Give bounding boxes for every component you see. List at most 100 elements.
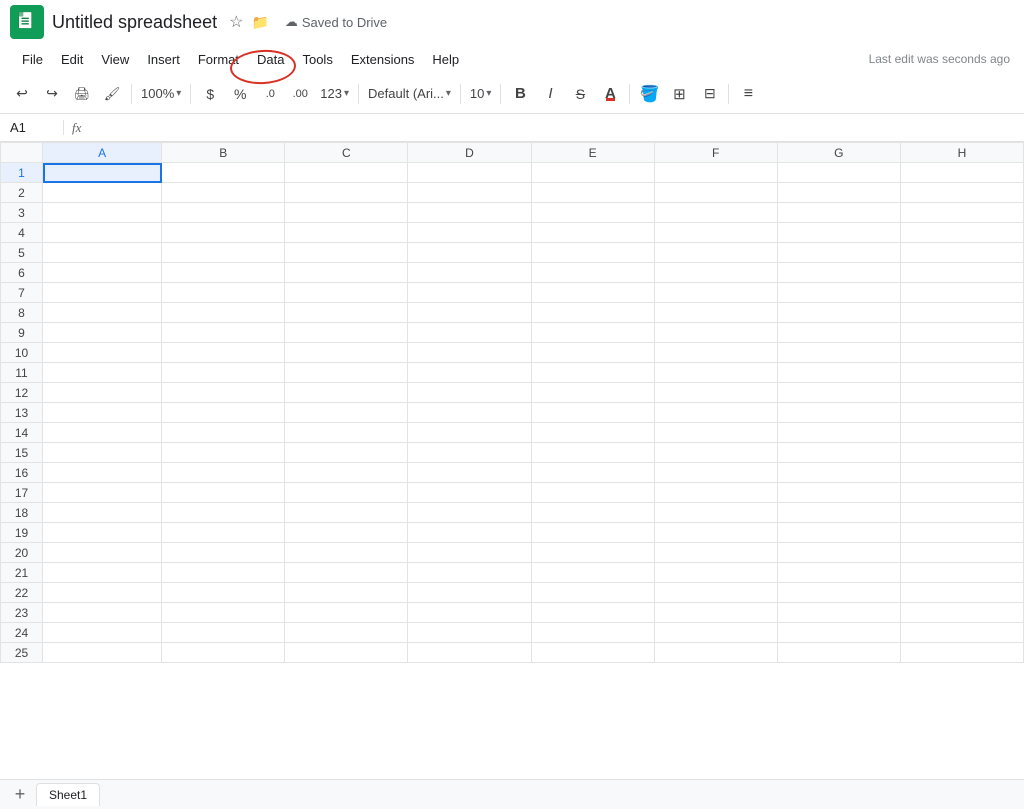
row-header-4[interactable]: 4 xyxy=(1,223,43,243)
menu-format[interactable]: Format xyxy=(190,48,247,71)
menu-tools[interactable]: Tools xyxy=(294,48,340,71)
cell-H13[interactable] xyxy=(900,403,1023,423)
cell-A1[interactable] xyxy=(43,163,162,183)
cell-A9[interactable] xyxy=(43,323,162,343)
cell-C10[interactable] xyxy=(285,343,408,363)
cell-B3[interactable] xyxy=(162,203,285,223)
row-header-7[interactable]: 7 xyxy=(1,283,43,303)
menu-edit[interactable]: Edit xyxy=(53,48,91,71)
redo-button[interactable]: ↪ xyxy=(38,80,66,108)
cell-C5[interactable] xyxy=(285,243,408,263)
cell-F9[interactable] xyxy=(654,323,777,343)
row-header-12[interactable]: 12 xyxy=(1,383,43,403)
cell-E23[interactable] xyxy=(531,603,654,623)
cell-G12[interactable] xyxy=(777,383,900,403)
cell-D8[interactable] xyxy=(408,303,531,323)
row-header-17[interactable]: 17 xyxy=(1,483,43,503)
cell-H17[interactable] xyxy=(900,483,1023,503)
cell-F6[interactable] xyxy=(654,263,777,283)
cell-H4[interactable] xyxy=(900,223,1023,243)
cell-D9[interactable] xyxy=(408,323,531,343)
cell-B18[interactable] xyxy=(162,503,285,523)
cell-D15[interactable] xyxy=(408,443,531,463)
cell-H8[interactable] xyxy=(900,303,1023,323)
cell-B19[interactable] xyxy=(162,523,285,543)
cell-A25[interactable] xyxy=(43,643,162,663)
cell-B7[interactable] xyxy=(162,283,285,303)
cell-A15[interactable] xyxy=(43,443,162,463)
cell-C6[interactable] xyxy=(285,263,408,283)
cell-E11[interactable] xyxy=(531,363,654,383)
cell-C11[interactable] xyxy=(285,363,408,383)
menu-extensions[interactable]: Extensions xyxy=(343,48,423,71)
cell-A18[interactable] xyxy=(43,503,162,523)
sheet-tab-sheet1[interactable]: Sheet1 xyxy=(36,783,100,806)
cell-A11[interactable] xyxy=(43,363,162,383)
cell-D23[interactable] xyxy=(408,603,531,623)
bold-button[interactable]: B xyxy=(506,80,534,108)
row-header-21[interactable]: 21 xyxy=(1,563,43,583)
cell-A6[interactable] xyxy=(43,263,162,283)
cell-C7[interactable] xyxy=(285,283,408,303)
cell-A2[interactable] xyxy=(43,183,162,203)
cell-E14[interactable] xyxy=(531,423,654,443)
cell-E1[interactable] xyxy=(531,163,654,183)
cell-E16[interactable] xyxy=(531,463,654,483)
col-header-d[interactable]: D xyxy=(408,143,531,163)
cell-C21[interactable] xyxy=(285,563,408,583)
cell-G21[interactable] xyxy=(777,563,900,583)
align-button[interactable]: ≡ xyxy=(734,80,762,108)
cell-B1[interactable] xyxy=(162,163,285,183)
cell-reference-input[interactable]: A1 xyxy=(4,120,64,135)
row-header-10[interactable]: 10 xyxy=(1,343,43,363)
cell-E24[interactable] xyxy=(531,623,654,643)
col-header-h[interactable]: H xyxy=(900,143,1023,163)
cell-D24[interactable] xyxy=(408,623,531,643)
undo-button[interactable]: ↩ xyxy=(8,80,36,108)
cell-E19[interactable] xyxy=(531,523,654,543)
cell-H14[interactable] xyxy=(900,423,1023,443)
cell-E12[interactable] xyxy=(531,383,654,403)
menu-insert[interactable]: Insert xyxy=(139,48,188,71)
fill-color-button[interactable]: 🪣 xyxy=(635,80,663,108)
cell-H18[interactable] xyxy=(900,503,1023,523)
cell-E9[interactable] xyxy=(531,323,654,343)
cell-C13[interactable] xyxy=(285,403,408,423)
cell-G14[interactable] xyxy=(777,423,900,443)
cell-G10[interactable] xyxy=(777,343,900,363)
cell-F7[interactable] xyxy=(654,283,777,303)
row-header-25[interactable]: 25 xyxy=(1,643,43,663)
cell-E15[interactable] xyxy=(531,443,654,463)
cell-A5[interactable] xyxy=(43,243,162,263)
row-header-20[interactable]: 20 xyxy=(1,543,43,563)
cell-B16[interactable] xyxy=(162,463,285,483)
cell-G16[interactable] xyxy=(777,463,900,483)
cell-D6[interactable] xyxy=(408,263,531,283)
cell-F23[interactable] xyxy=(654,603,777,623)
cell-B11[interactable] xyxy=(162,363,285,383)
cell-B20[interactable] xyxy=(162,543,285,563)
menu-file[interactable]: File xyxy=(14,48,51,71)
paint-format-button[interactable]: 🖌 xyxy=(98,80,126,108)
cell-E21[interactable] xyxy=(531,563,654,583)
cell-C17[interactable] xyxy=(285,483,408,503)
col-header-b[interactable]: B xyxy=(162,143,285,163)
row-header-11[interactable]: 11 xyxy=(1,363,43,383)
cell-A16[interactable] xyxy=(43,463,162,483)
cell-E25[interactable] xyxy=(531,643,654,663)
row-header-8[interactable]: 8 xyxy=(1,303,43,323)
cell-F15[interactable] xyxy=(654,443,777,463)
row-header-5[interactable]: 5 xyxy=(1,243,43,263)
cell-H21[interactable] xyxy=(900,563,1023,583)
cell-F10[interactable] xyxy=(654,343,777,363)
menu-view[interactable]: View xyxy=(93,48,137,71)
cell-B2[interactable] xyxy=(162,183,285,203)
cell-E22[interactable] xyxy=(531,583,654,603)
cell-A8[interactable] xyxy=(43,303,162,323)
cell-F24[interactable] xyxy=(654,623,777,643)
cell-G17[interactable] xyxy=(777,483,900,503)
cell-D25[interactable] xyxy=(408,643,531,663)
row-header-23[interactable]: 23 xyxy=(1,603,43,623)
cell-D2[interactable] xyxy=(408,183,531,203)
cell-C14[interactable] xyxy=(285,423,408,443)
